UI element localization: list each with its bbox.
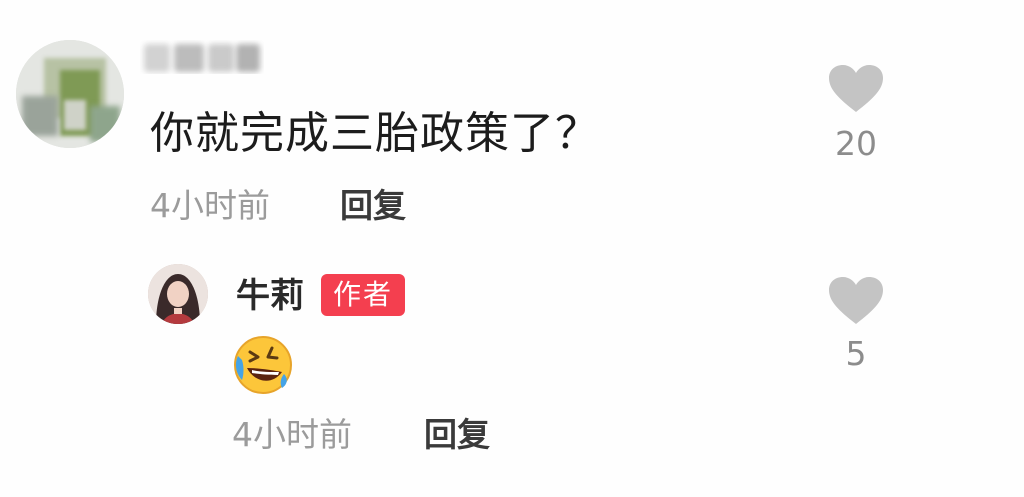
rolling-laughing-emoji-icon xyxy=(232,334,294,396)
avatar[interactable] xyxy=(16,40,124,148)
author-badge: 作者 xyxy=(321,274,405,316)
reply-time: 4小时前 xyxy=(232,415,352,454)
reply-like-button[interactable] xyxy=(828,276,884,326)
heart-icon xyxy=(829,65,883,112)
like-button[interactable] xyxy=(828,64,884,114)
reply-username[interactable]: 牛莉 xyxy=(236,274,304,318)
like-count: 20 xyxy=(835,124,877,163)
reply-avatar[interactable] xyxy=(148,264,208,324)
reply-reply-button[interactable]: 回复 xyxy=(424,415,490,455)
avatar-portrait-icon xyxy=(148,264,208,324)
reply-like-count: 5 xyxy=(845,334,867,373)
comment-time: 4小时前 xyxy=(150,186,270,225)
reply-button[interactable]: 回复 xyxy=(340,186,406,226)
heart-icon xyxy=(829,277,883,324)
comment-text: 你就完成三胎政策了？ xyxy=(150,108,600,159)
username-blurred[interactable] xyxy=(140,40,264,74)
comment-thread: 你就完成三胎政策了？ 4小时前 回复 20 牛莉 作者 4小时前 回复 5 xyxy=(0,0,1024,497)
